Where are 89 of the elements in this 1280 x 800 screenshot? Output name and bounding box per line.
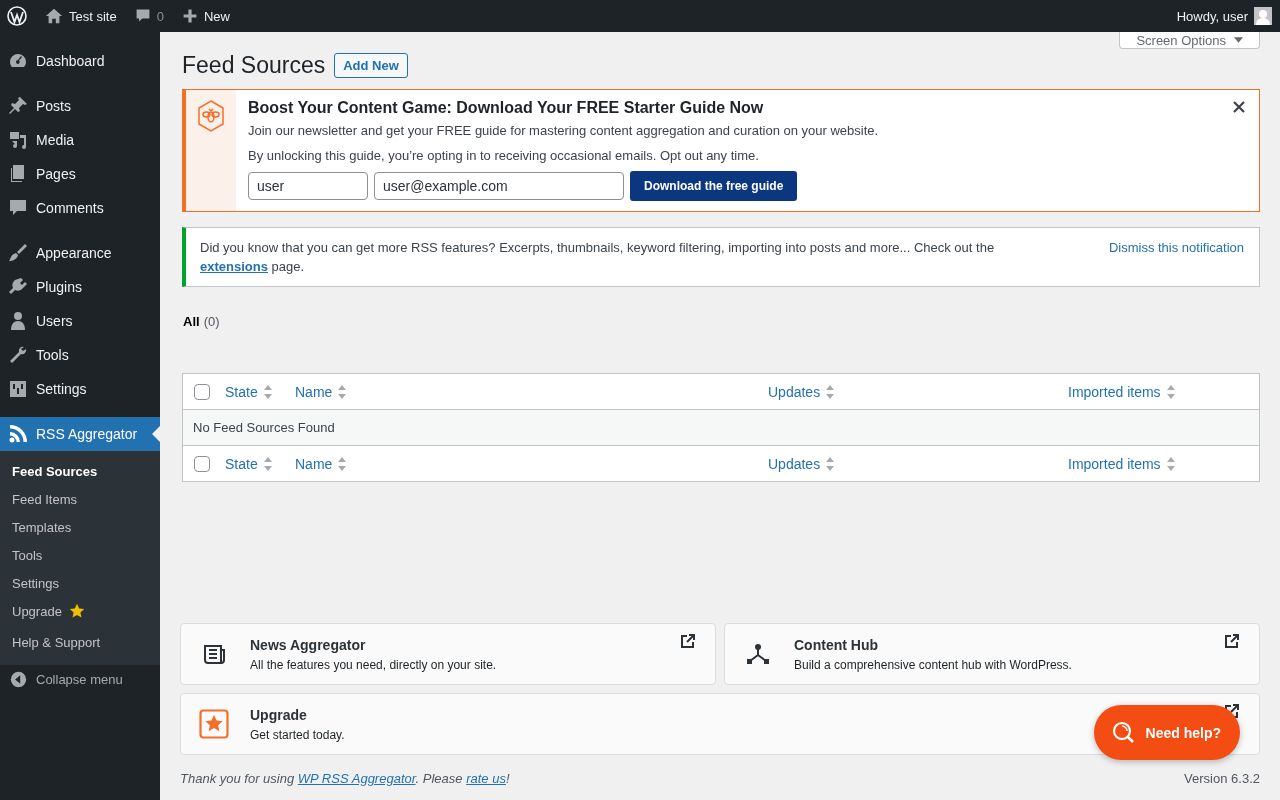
- submenu-item[interactable]: Help & Support: [0, 625, 160, 659]
- wordpress-logo-icon[interactable]: [7, 6, 27, 26]
- help-search-icon: [1111, 720, 1136, 745]
- wrench-icon: [8, 345, 28, 365]
- footer-thanks-text: Thank you for using WP RSS Aggregator. Please rate us!: [180, 771, 510, 786]
- email-field[interactable]: user@example.com: [374, 172, 624, 200]
- user-icon: [8, 311, 28, 331]
- speech-bubble-icon: [8, 198, 28, 218]
- card-title: Content Hub: [794, 636, 879, 653]
- page-title: Feed Sources: [182, 51, 326, 79]
- menu-item[interactable]: RSS Aggregator: [0, 417, 160, 451]
- media-icon: [8, 130, 28, 150]
- select-all-checkbox[interactable]: [194, 455, 210, 472]
- promo-text: Join our newsletter and get your FREE guide for mastering content aggregation and curation on your website.: [248, 123, 880, 138]
- download-guide-button[interactable]: Download the free guide: [630, 171, 798, 201]
- sort-arrows-icon: [263, 456, 272, 471]
- column-header[interactable]: Imported items: [1068, 383, 1175, 400]
- site-name-link[interactable]: Test site: [45, 7, 117, 25]
- card-description: Get started today.: [250, 727, 345, 742]
- menu-item[interactable]: Tools: [0, 338, 160, 372]
- menu-item[interactable]: Pages: [0, 157, 160, 191]
- rate-us-link[interactable]: rate us: [466, 771, 506, 786]
- submenu-item[interactable]: Feed Items: [0, 485, 160, 513]
- caret-icon: [1234, 37, 1243, 43]
- external-link-icon[interactable]: [1225, 634, 1239, 648]
- select-all-checkbox[interactable]: [194, 383, 210, 400]
- menu-item[interactable]: Media: [0, 123, 160, 157]
- menu-item[interactable]: Appearance: [0, 236, 160, 270]
- promo-title: Boost Your Content Game: Download Your FREE Starter Guide Now: [248, 99, 764, 117]
- sort-arrows-icon: [1166, 384, 1175, 399]
- column-header[interactable]: Updates: [768, 455, 835, 472]
- submenu-item[interactable]: Templates: [0, 513, 160, 541]
- extensions-link[interactable]: extensions: [200, 259, 268, 274]
- consent-text: By unlocking this guide, you’re opting in to receiving occasional emails. Opt out any time.: [248, 148, 760, 163]
- notice-text: Did you know that you can get more RSS features? Excerpts, thumbnails, keyword filtering, importing into posts and more... Check out the extensions page.: [200, 239, 996, 276]
- plug-icon: [8, 277, 28, 297]
- card-description: Build a comprehensive content hub with WordPress.: [794, 657, 1072, 672]
- menu-item[interactable]: Users: [0, 304, 160, 338]
- sort-arrows-icon: [826, 456, 835, 471]
- star-icon: [68, 603, 85, 619]
- star-badge-icon: [199, 709, 229, 739]
- card-title: News Aggregator: [250, 636, 367, 653]
- sort-arrows-icon: [338, 456, 347, 471]
- screen-options-button[interactable]: Screen Options: [1119, 32, 1260, 49]
- version-text: Version 6.3.2: [1184, 771, 1260, 786]
- menu-item[interactable]: Posts: [0, 89, 160, 123]
- column-header[interactable]: Imported items: [1068, 455, 1175, 472]
- dismiss-notification-link[interactable]: Dismiss this notification: [1108, 238, 1244, 257]
- plugin-link[interactable]: WP RSS Aggregator: [297, 771, 416, 786]
- plus-icon: [181, 8, 198, 24]
- comments-link[interactable]: 0: [134, 8, 164, 24]
- new-content-link[interactable]: New: [181, 8, 230, 24]
- menu-item[interactable]: Settings: [0, 372, 160, 406]
- sort-arrows-icon: [1166, 456, 1175, 471]
- submenu-item[interactable]: Tools: [0, 541, 160, 569]
- home-icon: [45, 7, 63, 25]
- greeting-text[interactable]: Howdy, user: [1176, 8, 1248, 24]
- column-header[interactable]: Name: [295, 455, 347, 472]
- card-title: Upgrade: [250, 706, 308, 723]
- pushpin-icon: [8, 96, 28, 116]
- sort-arrows-icon: [826, 384, 835, 399]
- submenu-item[interactable]: Settings: [0, 569, 160, 597]
- menu-item[interactable]: Plugins: [0, 270, 160, 304]
- empty-table-message: No Feed Sources Found: [183, 410, 1259, 445]
- sort-arrows-icon: [263, 384, 272, 399]
- column-header[interactable]: Name: [295, 383, 347, 400]
- speech-bubble-icon: [134, 8, 151, 24]
- hub-network-icon: [746, 642, 770, 666]
- collapse-menu-button[interactable]: Collapse menu: [0, 665, 160, 688]
- external-link-icon[interactable]: [681, 634, 695, 648]
- newspaper-icon: [202, 642, 226, 666]
- need-help-button[interactable]: Need help?: [1093, 705, 1240, 760]
- filter-count: (0): [203, 314, 220, 329]
- bee-hexagon-icon: [197, 100, 225, 132]
- card-description: All the features you need, directly on your site.: [250, 657, 497, 672]
- add-new-button[interactable]: Add New: [334, 52, 408, 78]
- rss-icon: [8, 424, 28, 444]
- close-icon: [1233, 101, 1245, 113]
- sort-arrows-icon: [338, 384, 347, 399]
- column-header[interactable]: State: [225, 383, 272, 400]
- filter-link[interactable]: All: [183, 314, 200, 329]
- menu-item[interactable]: Dashboard: [0, 44, 160, 78]
- submenu-item[interactable]: Feed Sources: [0, 457, 160, 485]
- submenu-item[interactable]: Upgrade: [0, 597, 160, 625]
- column-header[interactable]: State: [225, 455, 272, 472]
- menu-item[interactable]: Comments: [0, 191, 160, 225]
- paintbrush-icon: [8, 243, 28, 263]
- name-field[interactable]: user: [248, 172, 368, 200]
- column-header[interactable]: Updates: [768, 383, 835, 400]
